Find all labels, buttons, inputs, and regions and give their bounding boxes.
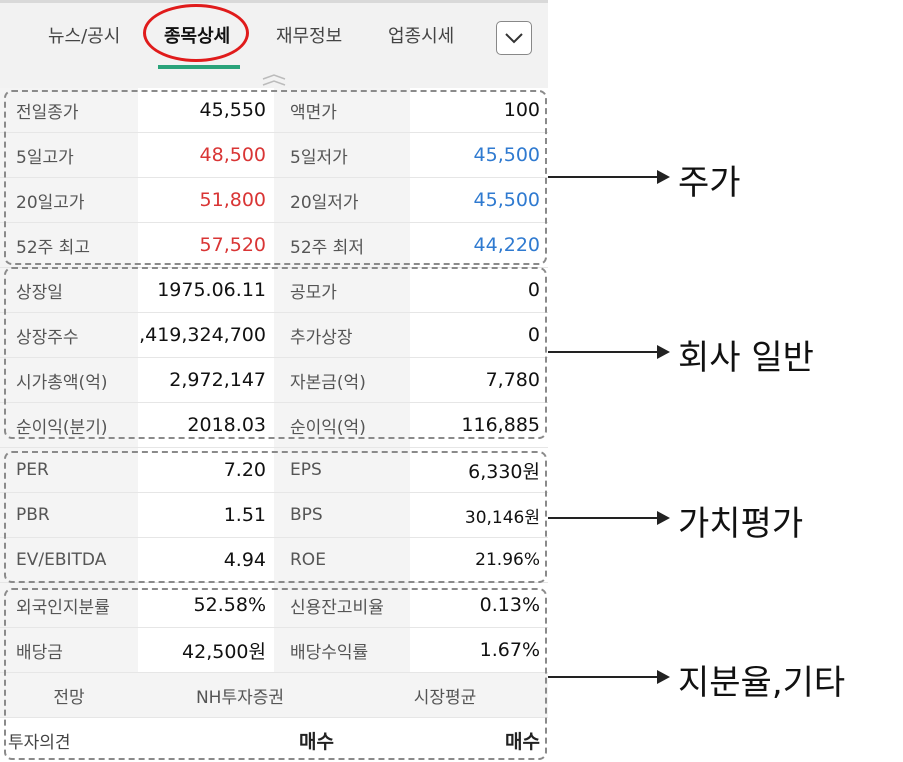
20day-low-label: 20일저가 [274, 178, 410, 222]
market-cap-label: 시가총액(억) [0, 358, 138, 402]
stock-detail-table: 전일종가 45,550 액면가 100 5일고가 48,500 5일저가 45,… [0, 88, 548, 762]
bps-value: 30,146원 [410, 493, 548, 537]
eps-label: EPS [274, 448, 410, 492]
table-row: 20일고가 51,800 20일저가 45,500 [0, 178, 548, 223]
listing-date-label: 상장일 [0, 268, 138, 312]
foreign-ownership-label: 외국인지분률 [0, 583, 138, 627]
table-row: 배당금 42,500원 배당수익률 1.67% [0, 628, 548, 673]
double-chevron-up-icon [262, 74, 286, 86]
table-row: 외국인지분률 52.58% 신용잔고비율 0.13% [0, 583, 548, 628]
net-income-value: 116,885 [410, 403, 548, 447]
nh-opinion-value: 매수 [138, 718, 342, 762]
ev-ebitda-value: 4.94 [138, 538, 274, 582]
market-cap-value: 2,972,147 [138, 358, 274, 402]
5day-low-label: 5일저가 [274, 133, 410, 177]
dividend-yield-label: 배당수익률 [274, 628, 410, 672]
roe-label: ROE [274, 538, 410, 582]
prev-close-value: 45,550 [138, 88, 274, 132]
outlook-header-row: 전망 NH투자증권 시장평균 [0, 673, 548, 718]
ipo-price-value: 0 [410, 268, 548, 312]
company-annotation: 회사 일반 [678, 338, 814, 378]
listing-date-value: 1975.06.11 [138, 268, 274, 312]
listed-shares-value: 5,419,324,700 [138, 313, 274, 357]
valuation-arrow [548, 511, 670, 525]
table-row: 상장주수 5,419,324,700 추가상장 0 [0, 313, 548, 358]
table-row: 시가총액(억) 2,972,147 자본금(억) 7,780 [0, 358, 548, 403]
chevron-down-icon [505, 33, 523, 44]
tab-bar: 뉴스/공시 종목상세 재무정보 업종시세 [0, 0, 548, 70]
tab-news[interactable]: 뉴스/공시 [48, 22, 120, 48]
foreign-ownership-value: 52.58% [138, 583, 274, 627]
table-row: 순이익(분기) 2018.03 순이익(억) 116,885 [0, 403, 548, 448]
nh-securities-header: NH투자증권 [138, 673, 342, 717]
tab-sector-price[interactable]: 업종시세 [388, 22, 454, 48]
per-label: PER [0, 448, 138, 492]
prev-close-label: 전일종가 [0, 88, 138, 132]
table-row: PBR 1.51 BPS 30,146원 [0, 493, 548, 538]
table-row: 52주 최고 57,520 52주 최저 44,220 [0, 223, 548, 268]
5day-high-value: 48,500 [138, 133, 274, 177]
credit-balance-value: 0.13% [410, 583, 548, 627]
20day-low-value: 45,500 [410, 178, 548, 222]
price-arrow [548, 170, 670, 184]
pbr-label: PBR [0, 493, 138, 537]
dividend-label: 배당금 [0, 628, 138, 672]
additional-listing-label: 추가상장 [274, 313, 410, 357]
tab-dropdown-button[interactable] [496, 21, 532, 55]
bps-label: BPS [274, 493, 410, 537]
tab-financial-info[interactable]: 재무정보 [276, 22, 342, 48]
52week-high-label: 52주 최고 [0, 223, 138, 267]
table-row: PER 7.20 EPS 6,330원 [0, 448, 548, 493]
active-tab-highlight-circle [143, 4, 249, 62]
other-arrow [548, 670, 670, 684]
capital-label: 자본금(억) [274, 358, 410, 402]
outlook-row: 투자의견 매수 매수 [0, 718, 548, 762]
credit-balance-label: 신용잔고비율 [274, 583, 410, 627]
valuation-annotation: 가치평가 [678, 504, 804, 544]
additional-listing-value: 0 [410, 313, 548, 357]
face-value-label: 액면가 [274, 88, 410, 132]
net-income-label: 순이익(억) [274, 403, 410, 447]
listed-shares-text: 5,419,324,700 [138, 324, 266, 346]
outlook-header: 전망 [0, 673, 138, 717]
capital-value: 7,780 [410, 358, 548, 402]
net-income-quarter-label: 순이익(분기) [0, 403, 138, 447]
market-average-header: 시장평균 [342, 673, 548, 717]
active-tab-indicator [158, 65, 240, 69]
20day-high-value: 51,800 [138, 178, 274, 222]
market-opinion-value: 매수 [342, 718, 548, 762]
table-row: EV/EBITDA 4.94 ROE 21.96% [0, 538, 548, 583]
ipo-price-label: 공모가 [274, 268, 410, 312]
eps-value: 6,330원 [410, 448, 548, 492]
table-row: 전일종가 45,550 액면가 100 [0, 88, 548, 133]
dividend-yield-value: 1.67% [410, 628, 548, 672]
face-value-value: 100 [410, 88, 548, 132]
5day-low-value: 45,500 [410, 133, 548, 177]
table-row: 상장일 1975.06.11 공모가 0 [0, 268, 548, 313]
per-value: 7.20 [138, 448, 274, 492]
other-annotation: 지분율,기타 [678, 663, 846, 703]
listed-shares-label: 상장주수 [0, 313, 138, 357]
52week-low-value: 44,220 [410, 223, 548, 267]
tab-bar-top-border [0, 0, 548, 3]
collapse-handle[interactable] [0, 70, 548, 90]
investment-opinion-label: 투자의견 [0, 718, 138, 762]
table-row: 5일고가 48,500 5일저가 45,500 [0, 133, 548, 178]
20day-high-label: 20일고가 [0, 178, 138, 222]
company-arrow [548, 345, 670, 359]
52week-high-value: 57,520 [138, 223, 274, 267]
price-annotation: 주가 [678, 163, 741, 203]
52week-low-label: 52주 최저 [274, 223, 410, 267]
net-income-quarter-value: 2018.03 [138, 403, 274, 447]
roe-value: 21.96% [410, 538, 548, 582]
ev-ebitda-label: EV/EBITDA [0, 538, 138, 582]
dividend-value: 42,500원 [138, 628, 274, 672]
5day-high-label: 5일고가 [0, 133, 138, 177]
pbr-value: 1.51 [138, 493, 274, 537]
